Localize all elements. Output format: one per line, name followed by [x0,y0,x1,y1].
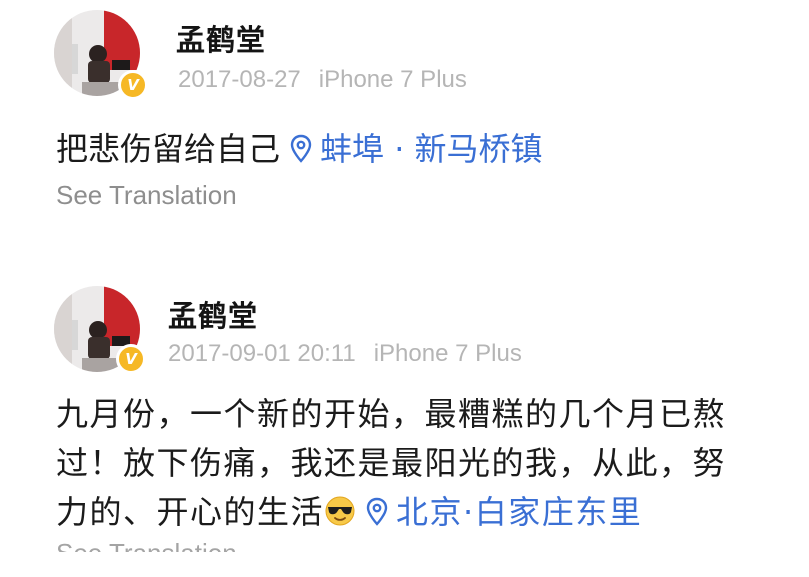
post-meta: 2017-09-01 20:11 iPhone 7 Plus [168,340,522,368]
weibo-post: V 孟鹤堂 2017-09-01 20:11 iPhone 7 Plus 九月份，… [0,272,809,577]
location-link[interactable]: 北京·白家庄东里 [364,493,642,531]
post-timestamp: 2017-09-01 20:11 [168,340,356,367]
post-timestamp: 2017-08-27 [178,66,301,93]
post-meta: 2017-08-27 iPhone 7 Plus [178,66,467,94]
verified-badge: V [116,344,146,374]
post-content: 把悲伤留给自己 蚌埠 · 新马桥镇 [56,124,543,170]
post-device: iPhone 7 Plus [318,66,467,93]
username[interactable]: 孟鹤堂 [176,17,266,59]
sunglasses-emoji [325,496,355,526]
location-link[interactable]: 蚌埠 · 新马桥镇 [288,130,543,168]
location-pin-icon [366,497,388,526]
location-label: 北京·白家庄东里 [396,493,643,531]
verified-badge: V [118,70,148,100]
post-device: iPhone 7 Plus [373,340,522,367]
weibo-post: V 孟鹤堂 2017-08-27 iPhone 7 Plus 把悲伤留给自己 蚌埠 … [0,0,809,240]
see-translation-link[interactable]: See Translation [56,180,237,211]
see-translation-link[interactable]: See Translation [56,538,237,552]
location-pin-icon [290,134,312,163]
location-label: 蚌埠 · 新马桥镇 [320,130,543,168]
username[interactable]: 孟鹤堂 [168,293,258,335]
post-content: 九月份，一个新的开始，最糟糕的几个月已熬过！放下伤痛，我还是最阳光的我，从此，努… [56,390,736,537]
post-text: 把悲伤留给自己 [56,130,281,168]
